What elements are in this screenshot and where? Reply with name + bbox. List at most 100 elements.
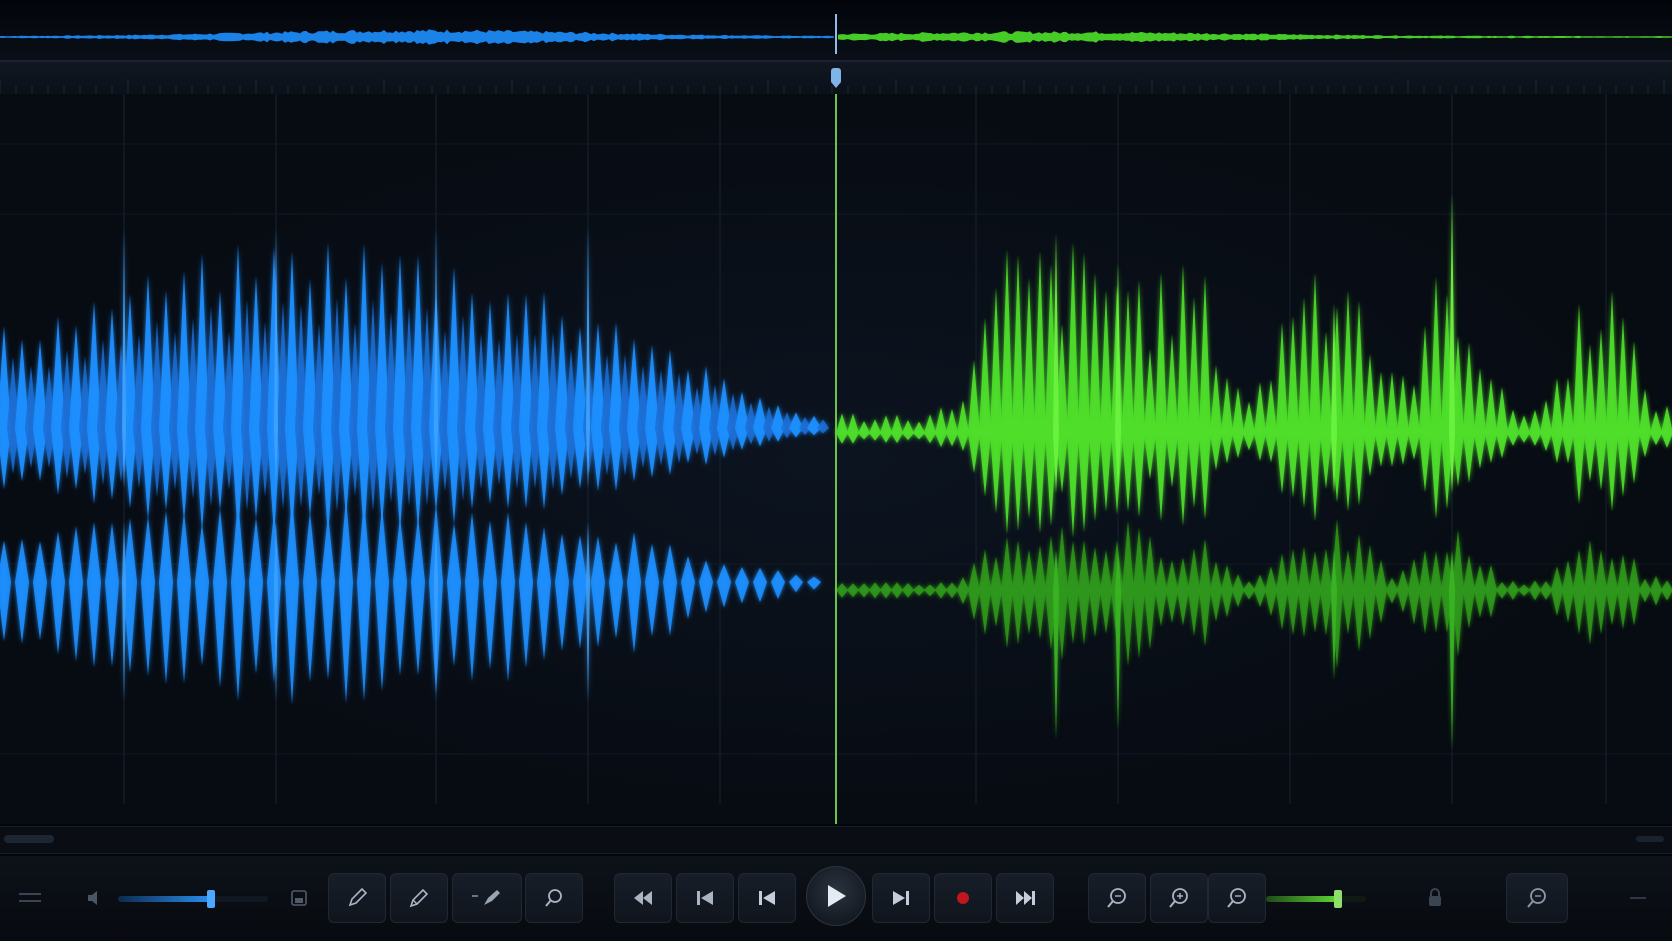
zoom-fit-button[interactable]: [1088, 873, 1146, 923]
right-wave-spike: [1232, 387, 1244, 459]
menu-icon: [19, 893, 41, 902]
search-tool-button[interactable]: [525, 873, 583, 923]
rewind-icon: [634, 891, 652, 905]
zoom-fit-icon: [1107, 888, 1126, 908]
right-wave-spike: [1122, 520, 1134, 667]
left-wave-spike: [141, 516, 155, 677]
right-wave-spike: [1144, 348, 1156, 480]
left-audio-track[interactable]: [0, 228, 829, 705]
right-wave-spike: [1199, 275, 1211, 520]
skip-to-start-button[interactable]: [676, 873, 734, 923]
waveform-editor[interactable]: [0, 94, 1672, 824]
right-wave-spike: [1001, 249, 1013, 535]
audio-editor-window: [0, 0, 1672, 941]
right-wave-spike: [1133, 527, 1145, 659]
save-icon: [291, 890, 307, 906]
playhead-marker[interactable]: [831, 68, 841, 88]
right-wave-spike: [1639, 578, 1651, 603]
left-wave-spike: [645, 543, 659, 637]
skip-to-end-button[interactable]: [996, 873, 1054, 923]
left-wave-spike: [249, 517, 263, 674]
right-wave-spike: [1408, 384, 1420, 460]
right-wave-spike: [1100, 289, 1112, 512]
pen-tool-button[interactable]: [390, 873, 448, 923]
right-wave-spike: [935, 407, 947, 448]
zoom-reset-button[interactable]: [1506, 873, 1568, 923]
step-back-button[interactable]: [738, 873, 796, 923]
volume-slider-knob[interactable]: [207, 890, 215, 908]
right-wave-spike: [1430, 276, 1442, 520]
right-wave-spike: [1199, 538, 1211, 647]
overview-waveform[interactable]: [0, 0, 1672, 61]
left-wave-spike: [303, 511, 317, 683]
right-wave-spike: [1386, 371, 1398, 467]
volume-slider[interactable]: [118, 890, 268, 908]
right-wave-spike: [1474, 564, 1486, 618]
right-wave-spike: [1397, 375, 1409, 465]
minimize-icon: [1630, 897, 1646, 899]
zoom-in-button[interactable]: [1150, 873, 1208, 923]
right-wave-spike: [1188, 548, 1200, 636]
right-wave-spike: [1562, 560, 1574, 623]
right-wave-spike: [1419, 325, 1431, 493]
brush-tool-button[interactable]: [452, 873, 522, 923]
left-wave-spike: [122, 522, 126, 702]
left-wave-spike: [753, 567, 767, 603]
left-wave-spike: [105, 522, 119, 667]
horizontal-scrollbar[interactable]: [0, 826, 1672, 854]
play-button[interactable]: [806, 866, 866, 926]
speaker-button[interactable]: [80, 873, 110, 923]
right-wave-spike: [891, 414, 903, 443]
scrollbar-end-handle[interactable]: [1636, 836, 1664, 842]
minimize-button[interactable]: [1616, 873, 1660, 923]
right-wave-spike: [1298, 546, 1310, 638]
right-wave-spike: [1254, 382, 1266, 462]
volume-slider-fill: [118, 896, 211, 902]
menu-button[interactable]: [8, 873, 52, 923]
right-wave-spike: [1628, 557, 1640, 626]
timeline-ruler[interactable]: [0, 61, 1672, 95]
left-wave-spike: [339, 497, 353, 704]
pencil-tool-button[interactable]: [328, 873, 386, 923]
rewind-button[interactable]: [614, 873, 672, 923]
right-wave-spike: [1518, 415, 1530, 443]
zoom-out-button[interactable]: [1208, 873, 1266, 923]
right-wave-spike: [990, 556, 1002, 627]
right-wave-spike: [924, 414, 936, 444]
save-button[interactable]: [282, 873, 316, 923]
lock-icon: [1429, 888, 1441, 906]
gain-slider-knob[interactable]: [1334, 890, 1342, 908]
left-wave-spike: [483, 520, 497, 670]
right-wave-spike: [1408, 558, 1420, 625]
overview-left-wave: [0, 29, 834, 45]
scrollbar-thumb[interactable]: [4, 835, 54, 843]
step-back-icon: [759, 891, 775, 905]
right-wave-spike: [968, 562, 980, 621]
record-button[interactable]: [934, 873, 992, 923]
right-wave-spike: [1221, 377, 1233, 464]
left-wave-spike: [663, 544, 677, 636]
left-wave-spike: [699, 560, 713, 613]
right-audio-track[interactable]: [836, 193, 1672, 750]
step-forward-button[interactable]: [872, 873, 930, 923]
waveform-canvas[interactable]: [0, 94, 1672, 824]
overview-playhead[interactable]: [835, 14, 837, 54]
right-wave-spike: [869, 419, 881, 441]
right-wave-spike: [1100, 550, 1112, 634]
right-wave-spike: [869, 582, 881, 599]
right-wave-spike: [1232, 574, 1244, 608]
right-wave-spike: [1353, 534, 1365, 652]
brush-icon: [472, 890, 500, 905]
left-wave-spike: [609, 542, 623, 639]
gain-slider[interactable]: [1266, 890, 1366, 908]
left-wave-spike: [586, 522, 590, 702]
right-wave-spike: [1518, 584, 1530, 597]
right-wave-spike: [1474, 368, 1486, 469]
right-wave-spike: [1353, 300, 1365, 506]
right-wave-spike: [946, 408, 958, 447]
right-wave-spike: [1053, 550, 1059, 740]
right-wave-spike: [1133, 279, 1145, 518]
left-wave-spike: [717, 564, 731, 608]
overview-waveform-canvas[interactable]: [0, 0, 1672, 60]
lock-button[interactable]: [1420, 873, 1450, 923]
